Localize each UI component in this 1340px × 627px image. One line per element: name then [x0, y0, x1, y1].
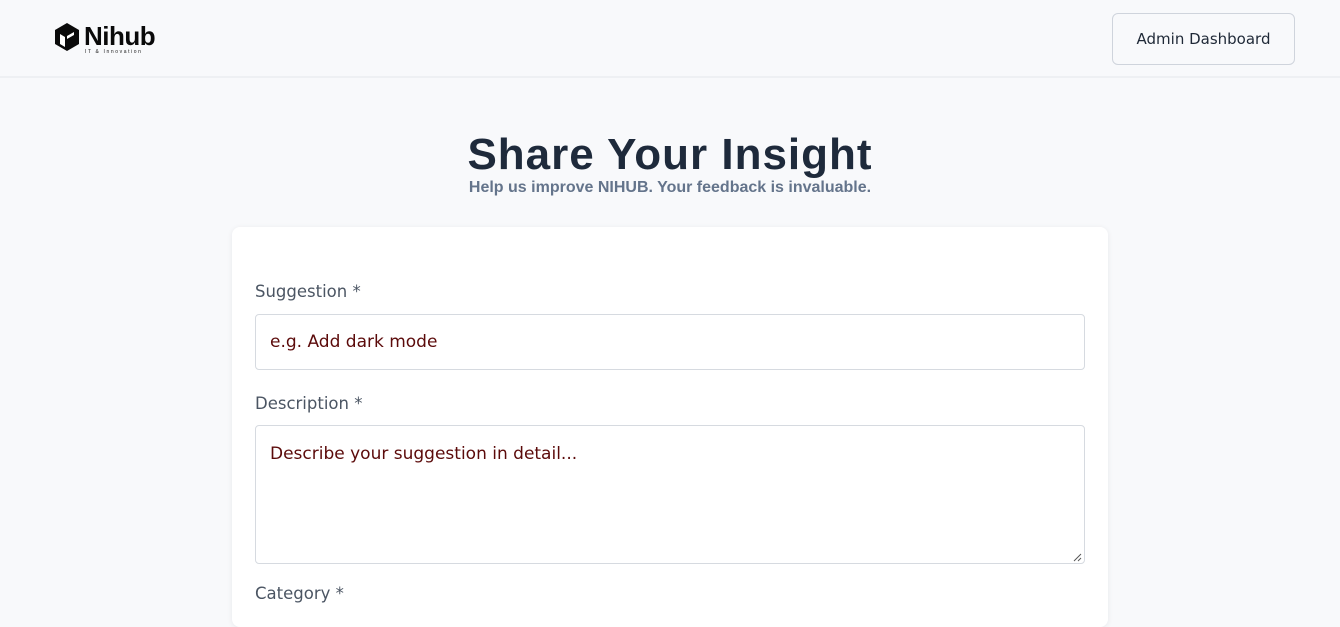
feedback-form-card: Suggestion * Description * Category * [232, 227, 1108, 627]
logo-wordmark: Nihub [84, 21, 156, 51]
logo-tagline: IT & Innovation [85, 49, 143, 55]
category-label: Category * [255, 584, 344, 603]
description-textarea[interactable] [255, 425, 1085, 564]
suggestion-label: Suggestion * [255, 282, 361, 301]
description-label: Description * [255, 394, 363, 413]
nihub-logo[interactable]: Nihub IT & Innovation [54, 20, 166, 56]
suggestion-input[interactable] [255, 314, 1085, 370]
page-subtitle: Help us improve NIHUB. Your feedback is … [468, 179, 872, 196]
page-title: Share Your Insight [467, 130, 873, 179]
top-nav-bar: Nihub IT & Innovation Admin Dashboard [0, 0, 1340, 78]
resize-handle-icon[interactable] [1072, 552, 1082, 562]
hexagon-logo-icon [55, 23, 79, 51]
admin-dashboard-button[interactable]: Admin Dashboard [1112, 13, 1295, 65]
